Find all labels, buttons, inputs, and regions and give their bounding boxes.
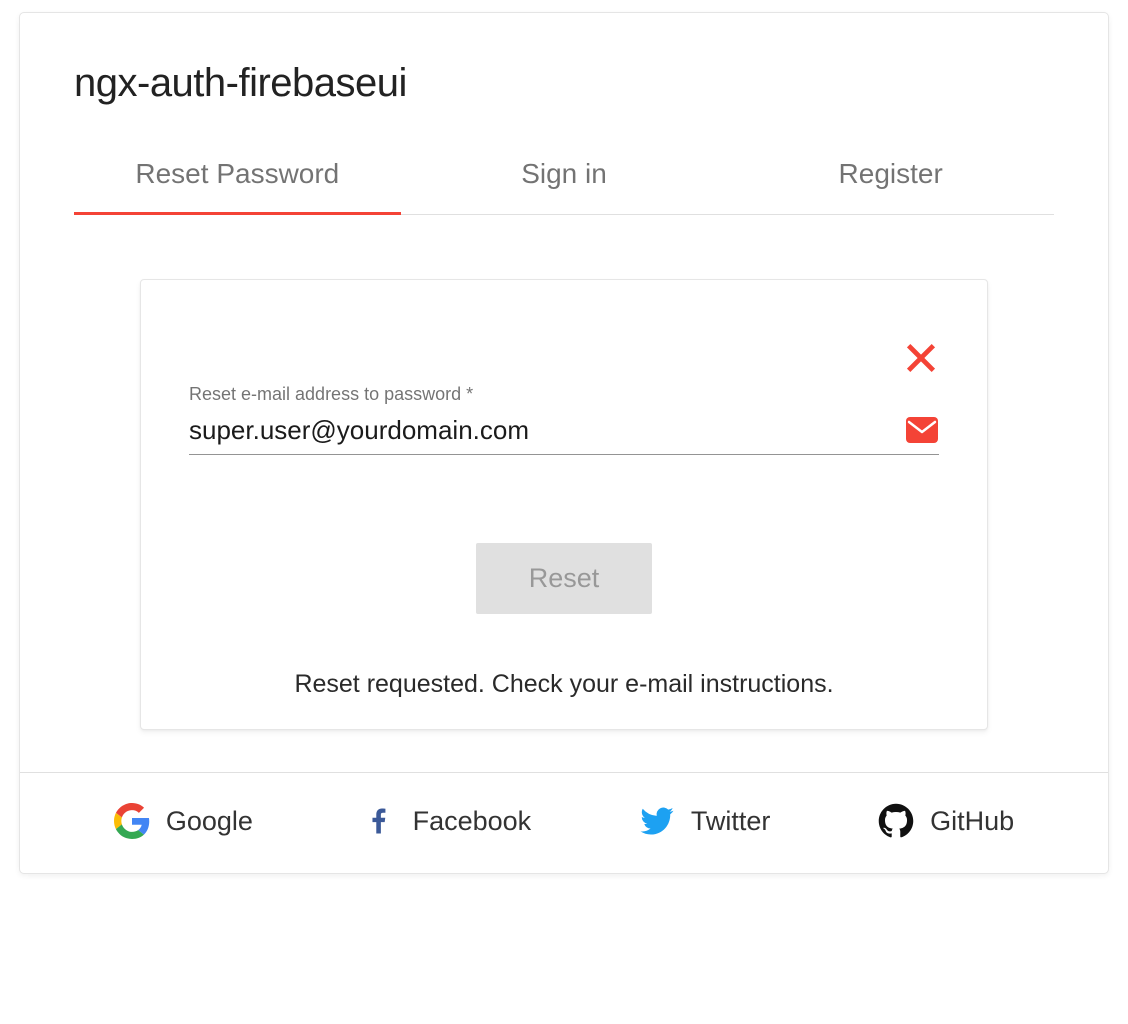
reset-card: Reset e-mail address to password * Reset…	[140, 279, 988, 730]
reset-email-input-row	[189, 411, 939, 455]
mail-icon	[905, 416, 939, 444]
close-button[interactable]	[905, 342, 937, 379]
tab-panel-reset: Reset e-mail address to password * Reset…	[20, 215, 1108, 772]
reset-status-message: Reset requested. Check your e-mail instr…	[189, 670, 939, 699]
reset-email-field: Reset e-mail address to password *	[189, 384, 939, 455]
tab-register[interactable]: Register	[727, 134, 1054, 214]
twitter-icon	[639, 803, 675, 839]
reset-button[interactable]: Reset	[476, 543, 652, 614]
tabs: Reset Password Sign in Register	[74, 134, 1054, 215]
tab-reset-password[interactable]: Reset Password	[74, 134, 401, 214]
tab-signin[interactable]: Sign in	[401, 134, 728, 214]
provider-facebook-label: Facebook	[413, 806, 532, 837]
auth-card: ngx-auth-firebaseui Reset Password Sign …	[19, 12, 1109, 874]
page-title: ngx-auth-firebaseui	[74, 61, 1054, 106]
github-icon	[878, 803, 914, 839]
provider-google[interactable]: Google	[114, 803, 253, 839]
providers-row: Google Facebook Twitter	[20, 772, 1108, 873]
reset-email-input[interactable]	[189, 411, 889, 448]
provider-twitter-label: Twitter	[691, 806, 771, 837]
close-icon	[905, 361, 937, 378]
provider-github[interactable]: GitHub	[878, 803, 1014, 839]
card-header: ngx-auth-firebaseui	[20, 13, 1108, 134]
reset-email-label: Reset e-mail address to password *	[189, 384, 939, 405]
provider-twitter[interactable]: Twitter	[639, 803, 771, 839]
google-icon	[114, 803, 150, 839]
provider-google-label: Google	[166, 806, 253, 837]
facebook-icon	[361, 803, 397, 839]
provider-facebook[interactable]: Facebook	[361, 803, 532, 839]
provider-github-label: GitHub	[930, 806, 1014, 837]
